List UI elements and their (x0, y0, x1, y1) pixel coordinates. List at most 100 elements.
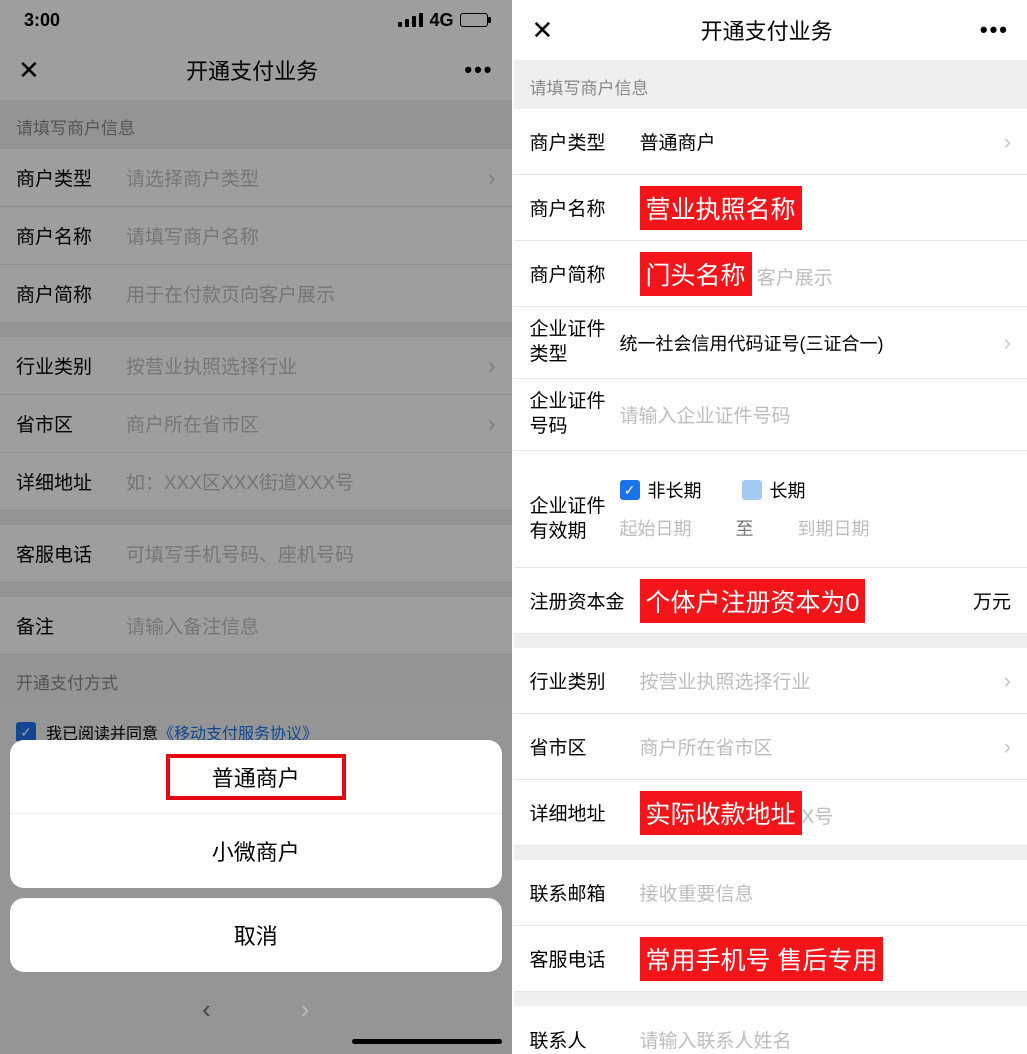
field-placeholder: 接收重要信息 (640, 879, 1012, 906)
field-placeholder: 请输入联系人姓名 (640, 1026, 1012, 1053)
row-address[interactable]: 详细地址 如：XXX区XXX街道XXX号 (0, 453, 512, 511)
field-value: 普通商户 (640, 128, 1000, 155)
field-label: 商户简称 (16, 280, 126, 307)
field-label: 客服电话 (16, 540, 126, 567)
field-label: 商户类型 (16, 164, 126, 191)
field-placeholder: 请填写商户名称 (126, 222, 496, 249)
row-cert-valid[interactable]: 企业证件有效期 ✓ 非长期 长期 起始日期 至 到期日期 (514, 451, 1027, 568)
row-address[interactable]: 详细地址 实际收款地址X号 (514, 780, 1027, 846)
field-value: 实际收款地址X号 (640, 791, 1012, 835)
field-placeholder: 请选择商户类型 (126, 164, 484, 191)
nav-forward-icon[interactable]: › (301, 994, 310, 1025)
row-capital[interactable]: 注册资本金 个体户注册资本为0 万元 (514, 568, 1027, 634)
field-label: 企业证件类型 (530, 308, 620, 377)
section-header: 请填写商户信息 (514, 60, 1027, 109)
row-remark[interactable]: 备注 请输入备注信息 (0, 597, 512, 655)
sheet-option-label: 普通商户 (212, 761, 300, 793)
row-phone[interactable]: 客服电话 常用手机号 售后专用 (514, 926, 1027, 992)
home-indicator (352, 1039, 502, 1044)
screen-right: ✕ 开通支付业务 ••• 请填写商户信息 商户类型 普通商户 › 商户名称 营业… (514, 0, 1027, 1054)
field-label: 客服电话 (530, 945, 640, 972)
annotation-tag: 常用手机号 售后专用 (640, 937, 884, 981)
close-icon[interactable]: ✕ (532, 17, 554, 43)
status-time: 3:00 (24, 10, 60, 31)
annotation-tag: 实际收款地址 (640, 791, 802, 835)
row-merchant-name[interactable]: 商户名称 请填写商户名称 (0, 207, 512, 265)
field-placeholder: 按营业执照选择行业 (126, 352, 484, 379)
close-icon[interactable]: ✕ (18, 57, 40, 83)
row-industry[interactable]: 行业类别 按营业执照选择行业 › (0, 337, 512, 395)
nav-bar: ✕ 开通支付业务 ••• (0, 40, 512, 100)
nav-bar: ✕ 开通支付业务 ••• (514, 0, 1027, 60)
network-label: 4G (429, 10, 453, 31)
page-title: 开通支付业务 (40, 54, 465, 86)
field-placeholder: 请输入备注信息 (126, 612, 496, 639)
end-date-placeholder[interactable]: 到期日期 (798, 515, 870, 541)
field-value: 营业执照名称 (640, 186, 1012, 230)
row-industry[interactable]: 行业类别 按营业执照选择行业 › (514, 648, 1027, 714)
sheet-cancel-label: 取消 (234, 919, 278, 951)
row-service-phone[interactable]: 客服电话 可填写手机号码、座机号码 (0, 525, 512, 583)
status-bar: 3:00 4G (0, 0, 512, 40)
field-placeholder: 用于在付款页向客户展示 (126, 280, 496, 307)
unit-label: 万元 (963, 587, 1011, 614)
date-separator: 至 (736, 515, 754, 541)
checkbox-nonpermanent[interactable]: ✓ (620, 480, 640, 500)
row-region[interactable]: 省市区 商户所在省市区 › (514, 714, 1027, 780)
field-value: 门头名称 客户展示 (640, 252, 1012, 296)
chevron-right-icon: › (1004, 668, 1011, 694)
field-label: 省市区 (530, 733, 640, 760)
footer-nav: ‹ › (10, 994, 502, 1025)
row-cert-type[interactable]: 企业证件类型 统一社会信用代码证号(三证合一) › (514, 307, 1027, 379)
field-placeholder: 商户所在省市区 (126, 410, 484, 437)
field-label: 企业证件号码 (530, 380, 620, 449)
start-date-placeholder[interactable]: 起始日期 (620, 515, 692, 541)
field-label: 备注 (16, 612, 126, 639)
chevron-right-icon: › (488, 353, 495, 379)
field-label: 商户名称 (16, 222, 126, 249)
row-contact[interactable]: 联系人 请输入联系人姓名 (514, 1006, 1027, 1054)
annotation-tag: 个体户注册资本为0 (640, 579, 866, 623)
chevron-right-icon: › (1004, 330, 1011, 356)
sheet-option-normal[interactable]: 普通商户 (10, 740, 502, 814)
row-merchant-short[interactable]: 商户简称 门头名称 客户展示 (514, 241, 1027, 307)
row-region[interactable]: 省市区 商户所在省市区 › (0, 395, 512, 453)
row-merchant-name[interactable]: 商户名称 营业执照名称 (514, 175, 1027, 241)
field-label: 详细地址 (530, 799, 640, 826)
row-cert-no[interactable]: 企业证件号码 请输入企业证件号码 (514, 379, 1027, 451)
field-placeholder: 商户所在省市区 (640, 733, 1000, 760)
battery-icon (460, 13, 488, 27)
field-label: 详细地址 (16, 468, 126, 495)
action-sheet: 普通商户 小微商户 取消 ‹ › (0, 740, 512, 1054)
sheet-cancel[interactable]: 取消 (10, 898, 502, 972)
nav-back-icon[interactable]: ‹ (202, 994, 211, 1025)
signal-icon (398, 13, 423, 27)
field-label: 注册资本金 (530, 587, 640, 614)
section-header-payment: 开通支付方式 (0, 655, 512, 704)
field-placeholder: 按营业执照选择行业 (640, 667, 1000, 694)
field-label: 商户名称 (530, 194, 640, 221)
row-email[interactable]: 联系邮箱 接收重要信息 (514, 860, 1027, 926)
field-label: 省市区 (16, 410, 126, 437)
more-icon[interactable]: ••• (464, 57, 493, 83)
more-icon[interactable]: ••• (980, 17, 1009, 43)
field-label: 商户类型 (530, 128, 640, 155)
screen-left: 3:00 4G ✕ 开通支付业务 ••• 请填写商户信息 商户类型 请选择商户类… (0, 0, 514, 1054)
annotation-tag: 门头名称 (640, 252, 752, 296)
row-merchant-short[interactable]: 商户简称 用于在付款页向客户展示 (0, 265, 512, 323)
field-value: 个体户注册资本为0 (640, 579, 963, 623)
sheet-option-label: 小微商户 (212, 835, 300, 867)
checkbox-icon[interactable]: ✓ (16, 722, 36, 742)
field-placeholder: 请输入企业证件号码 (620, 401, 1012, 428)
chevron-right-icon: › (488, 165, 495, 191)
checkbox-label: 长期 (770, 477, 806, 503)
checkbox-permanent[interactable] (742, 480, 762, 500)
row-merchant-type[interactable]: 商户类型 普通商户 › (514, 109, 1027, 175)
chevron-right-icon: › (1004, 129, 1011, 155)
field-value: 统一社会信用代码证号(三证合一) (620, 330, 1000, 356)
sheet-option-small[interactable]: 小微商户 (10, 814, 502, 888)
row-merchant-type[interactable]: 商户类型 请选择商户类型 › (0, 149, 512, 207)
field-label: 联系人 (530, 1026, 640, 1053)
placeholder-tail: 客户展示 (757, 268, 833, 289)
field-value: 常用手机号 售后专用 (640, 937, 1012, 981)
